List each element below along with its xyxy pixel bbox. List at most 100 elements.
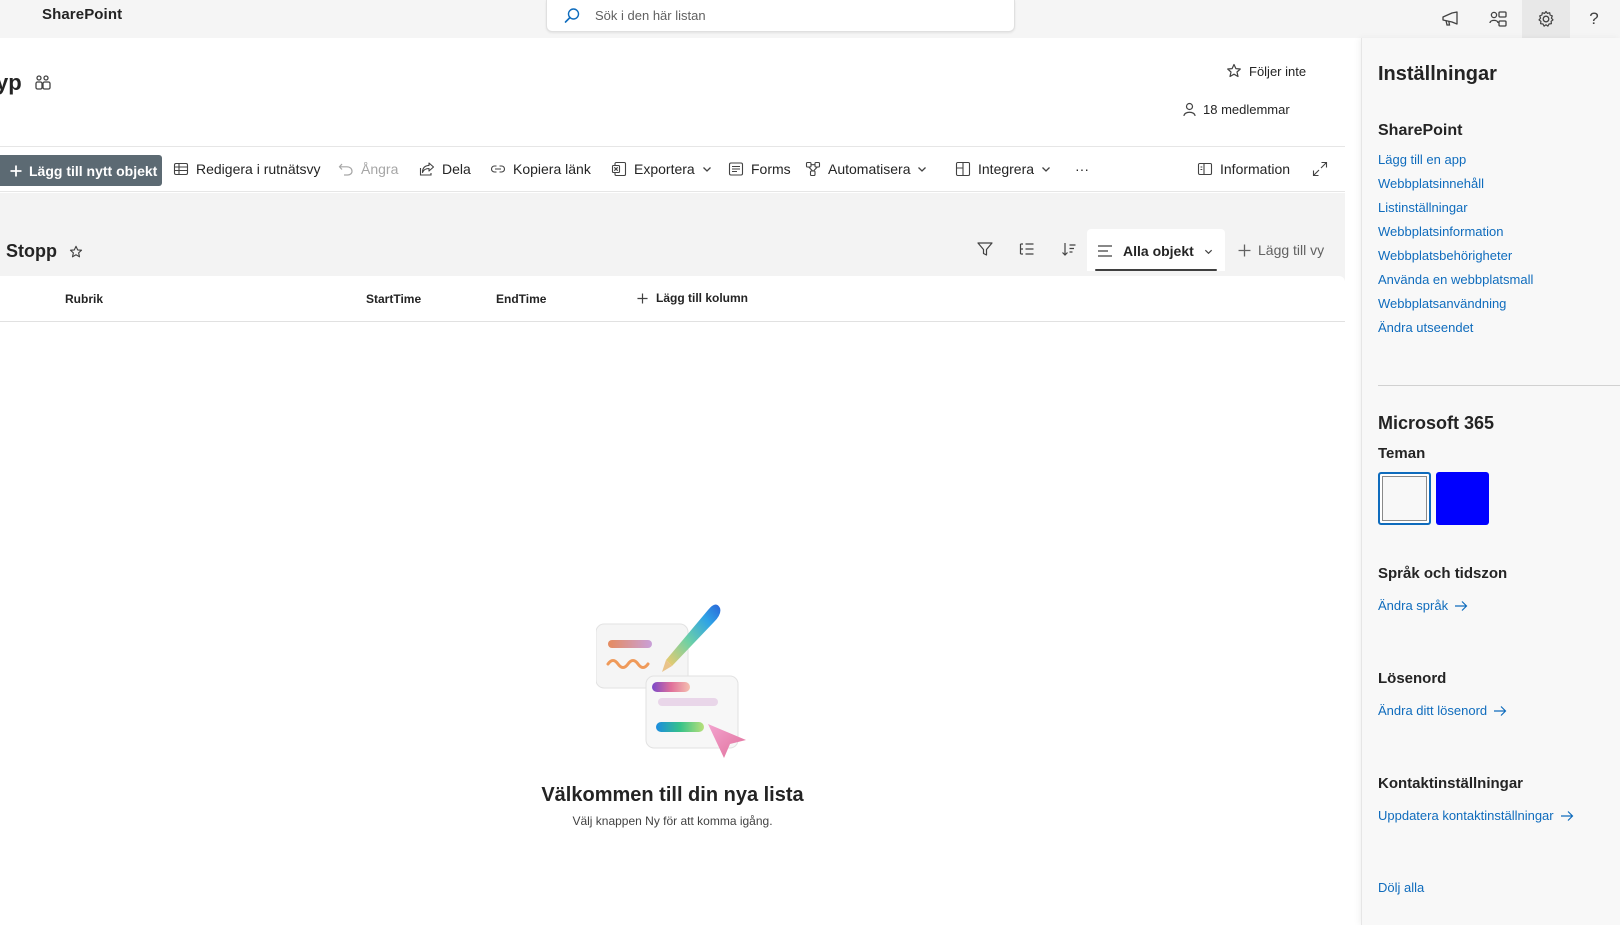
link-site-permissions[interactable]: Webbplatsbehörigheter xyxy=(1378,248,1512,263)
information-label: Information xyxy=(1220,161,1291,177)
command-bar: Lägg till nytt objekt Redigera i rutnäts… xyxy=(0,146,1345,192)
theme-swatch-blue[interactable] xyxy=(1436,472,1489,525)
arrow-right-icon xyxy=(1560,810,1573,821)
arrow-right-icon xyxy=(1455,600,1468,611)
empty-list-illustration xyxy=(596,604,746,758)
expand-icon xyxy=(1312,161,1328,177)
add-view-label: Lägg till vy xyxy=(1258,242,1325,258)
current-view-label: Alla objekt xyxy=(1123,243,1194,259)
change-language-label: Ändra språk xyxy=(1378,598,1449,613)
column-header-starttime[interactable]: StartTime xyxy=(366,292,421,306)
members-label: 18 medlemmar xyxy=(1203,102,1290,117)
contact-heading: Kontaktinställningar xyxy=(1378,775,1524,792)
site-title[interactable]: yp xyxy=(0,70,22,96)
add-view-button[interactable]: Lägg till vy xyxy=(1238,242,1324,258)
change-password-label: Ändra ditt lösenord xyxy=(1378,703,1488,718)
link-apply-site-template[interactable]: Använda en webbplatsmall xyxy=(1378,272,1533,287)
gear-icon[interactable] xyxy=(1522,0,1570,38)
settings-title: Inställningar xyxy=(1378,63,1497,85)
search-box[interactable]: Sök i den här listan xyxy=(546,0,1015,32)
automate-icon xyxy=(805,161,821,177)
settings-panel: Inställningar SharePoint Lägg till en ap… xyxy=(1361,38,1620,925)
sort-icon[interactable] xyxy=(1060,240,1078,263)
hide-all-link[interactable]: Dölj alla xyxy=(1378,880,1424,895)
grid-icon xyxy=(173,162,189,176)
list-name[interactable]: Stopp xyxy=(6,241,57,262)
empty-state-subtitle: Välj knappen Ny för att komma igång. xyxy=(572,814,773,828)
language-heading: Språk och tidszon xyxy=(1378,565,1508,582)
follow-button[interactable]: Följer inte xyxy=(1226,63,1306,79)
panel-divider xyxy=(1378,385,1620,386)
chevron-down-icon xyxy=(1204,249,1212,254)
view-selected-indicator xyxy=(1095,269,1217,271)
teams-group-icon xyxy=(35,75,51,90)
column-header-row: Rubrik StartTime EndTime Lägg till kolum… xyxy=(0,276,1345,322)
update-contact-label: Uppdatera kontaktinställningar xyxy=(1378,808,1554,823)
link-site-usage[interactable]: Webbplatsanvändning xyxy=(1378,296,1506,311)
fullscreen-button[interactable] xyxy=(1312,161,1328,177)
suite-bar: SharePoint Sök i den här listan ? xyxy=(0,0,1620,38)
new-item-button[interactable]: Lägg till nytt objekt xyxy=(0,155,162,186)
share-button[interactable]: Dela xyxy=(419,161,471,177)
add-column-button[interactable]: Lägg till kolumn xyxy=(637,291,748,305)
themes-heading: Teman xyxy=(1378,445,1426,462)
export-button[interactable]: Exportera xyxy=(611,161,712,177)
share-people-icon[interactable] xyxy=(1474,0,1522,38)
link-list-settings[interactable]: Listinställningar xyxy=(1378,200,1468,215)
information-button[interactable]: Information xyxy=(1197,161,1290,177)
group-icon[interactable] xyxy=(1018,240,1036,263)
edit-grid-button[interactable]: Redigera i rutnätsvy xyxy=(173,161,321,177)
undo-icon xyxy=(338,163,353,176)
more-label: ··· xyxy=(1075,161,1089,177)
plus-icon xyxy=(10,165,22,176)
forms-button[interactable]: Forms xyxy=(728,161,791,177)
column-header-title[interactable]: Rubrik xyxy=(65,292,103,306)
link-icon xyxy=(490,165,506,173)
password-heading: Lösenord xyxy=(1378,670,1447,687)
change-language-link[interactable]: Ändra språk xyxy=(1378,598,1468,613)
view-selector[interactable]: Alla objekt xyxy=(1087,229,1225,271)
help-icon[interactable]: ? xyxy=(1570,0,1618,38)
column-header-endtime[interactable]: EndTime xyxy=(496,292,546,306)
theme-swatch-white[interactable] xyxy=(1378,472,1431,525)
share-icon xyxy=(419,162,435,176)
favorite-star-icon[interactable] xyxy=(69,245,83,259)
automate-label: Automatisera xyxy=(828,161,911,177)
link-site-contents[interactable]: Webbplatsinnehåll xyxy=(1378,176,1484,191)
undo-button[interactable]: Ångra xyxy=(338,161,398,177)
update-contact-link[interactable]: Uppdatera kontaktinställningar xyxy=(1378,808,1574,823)
arrow-right-icon xyxy=(1494,705,1507,716)
info-pane-icon xyxy=(1197,162,1213,176)
link-site-information[interactable]: Webbplatsinformation xyxy=(1378,224,1504,239)
automate-button[interactable]: Automatisera xyxy=(805,161,927,177)
empty-state-title: Välkommen till din nya lista xyxy=(541,784,804,806)
add-column-label: Lägg till kolumn xyxy=(656,291,748,305)
follow-label: Följer inte xyxy=(1249,63,1307,79)
integrate-icon xyxy=(955,161,971,177)
forms-icon xyxy=(728,162,744,176)
filter-icon[interactable] xyxy=(976,240,994,263)
integrate-label: Integrera xyxy=(978,161,1035,177)
chevron-down-icon xyxy=(1042,167,1051,172)
search-placeholder[interactable]: Sök i den här listan xyxy=(595,8,706,23)
change-password-link[interactable]: Ändra ditt lösenord xyxy=(1378,703,1507,718)
share-label: Dela xyxy=(442,161,471,177)
new-item-label: Lägg till nytt objekt xyxy=(29,162,158,179)
megaphone-icon[interactable] xyxy=(1426,0,1474,38)
app-name[interactable]: SharePoint xyxy=(42,6,122,23)
members-button[interactable]: 18 medlemmar xyxy=(1182,102,1290,117)
more-button[interactable]: ··· xyxy=(1075,161,1089,177)
plus-icon xyxy=(637,292,648,304)
plus-icon xyxy=(1238,244,1251,256)
view-list-icon xyxy=(1098,245,1112,257)
export-label: Exportera xyxy=(634,161,695,177)
link-change-look[interactable]: Ändra utseendet xyxy=(1378,320,1473,335)
chevron-down-icon xyxy=(702,167,711,172)
integrate-button[interactable]: Integrera xyxy=(955,161,1051,177)
excel-icon xyxy=(611,161,627,177)
sharepoint-heading: SharePoint xyxy=(1378,122,1463,139)
star-icon xyxy=(1227,63,1241,78)
link-add-app[interactable]: Lägg till en app xyxy=(1378,152,1466,167)
m365-heading: Microsoft 365 xyxy=(1378,413,1495,433)
copy-link-button[interactable]: Kopiera länk xyxy=(490,161,591,177)
